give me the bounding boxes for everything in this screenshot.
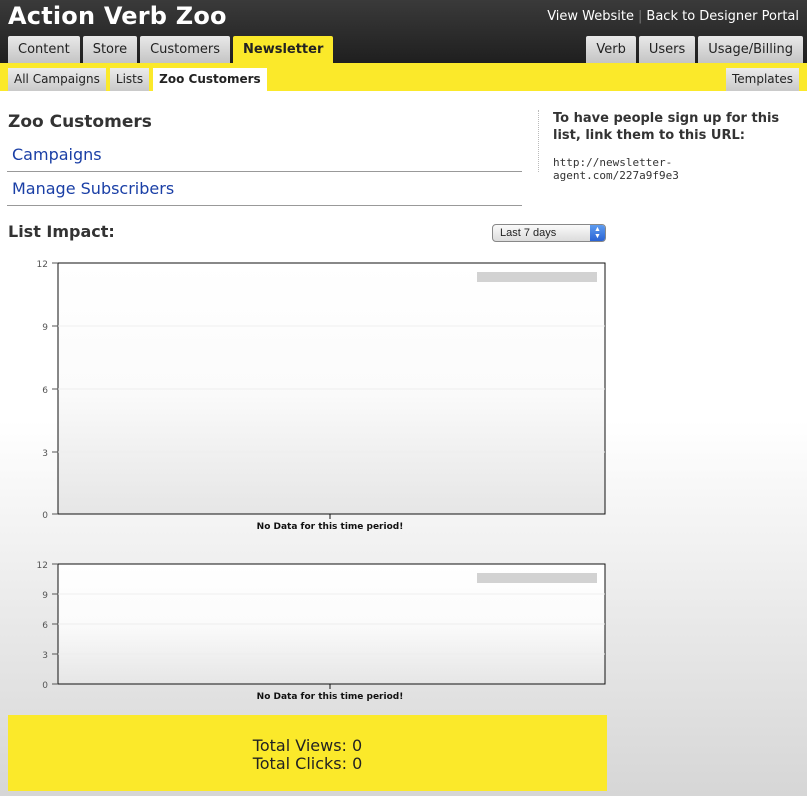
campaigns-link[interactable]: Campaigns — [7, 138, 522, 172]
tab-usage-billing[interactable]: Usage/Billing — [698, 36, 803, 63]
list-impact-chart-views: 12 9 6 3 0 No Data for this time period! — [8, 256, 608, 536]
y-tick-label: 12 — [37, 561, 48, 571]
top-links: View Website | Back to Designer Portal — [547, 9, 799, 24]
select-arrows-icon: ▲ ▼ — [590, 225, 605, 241]
back-to-designer-portal-link[interactable]: Back to Designer Portal — [646, 9, 799, 24]
list-impact-heading: List Impact: — [8, 222, 115, 241]
page-title: Zoo Customers — [8, 112, 152, 132]
templates-button[interactable]: Templates — [725, 68, 799, 91]
link-separator: | — [638, 9, 643, 24]
y-axis-ticks — [52, 262, 58, 515]
y-tick-label: 0 — [42, 681, 48, 691]
total-clicks: Total Clicks: 0 — [252, 754, 363, 773]
subtab-lists[interactable]: Lists — [109, 68, 150, 91]
manage-subscribers-link[interactable]: Manage Subscribers — [7, 172, 522, 206]
subtab-zoo-customers[interactable]: Zoo Customers — [153, 68, 267, 94]
y-tick-label: 3 — [42, 449, 48, 459]
tab-newsletter[interactable]: Newsletter — [233, 36, 334, 63]
y-tick-label: 3 — [42, 651, 48, 661]
sub-navigation: All Campaigns Lists Zoo Customers Templa… — [0, 63, 807, 94]
tab-users[interactable]: Users — [638, 36, 696, 63]
subtab-all-campaigns[interactable]: All Campaigns — [8, 68, 106, 91]
y-tick-label: 9 — [42, 323, 48, 333]
legend-placeholder — [477, 573, 597, 583]
date-range-value: Last 7 days — [500, 227, 557, 239]
app-title: Action Verb Zoo — [8, 2, 227, 30]
y-tick-label: 0 — [42, 511, 48, 521]
legend-placeholder — [477, 272, 597, 282]
total-views: Total Views: 0 — [252, 736, 363, 755]
y-axis-ticks — [52, 563, 58, 685]
subtabs: All Campaigns Lists Zoo Customers — [8, 68, 267, 94]
y-tick-label: 9 — [42, 591, 48, 601]
chart-views-svg: 12 9 6 3 0 No Data for this time period! — [37, 260, 606, 532]
y-tick-label: 6 — [42, 621, 48, 631]
tab-verb[interactable]: Verb — [586, 36, 636, 63]
view-website-link[interactable]: View Website — [547, 9, 634, 24]
chart-clicks-svg: 12 9 6 3 0 No Data for this time period! — [37, 561, 606, 702]
tab-store[interactable]: Store — [82, 36, 138, 63]
totals-panel: Total Views: 0 Total Clicks: 0 — [8, 715, 607, 791]
list-impact-chart-clicks: 12 9 6 3 0 No Data for this time period! — [8, 558, 608, 706]
no-data-message: No Data for this time period! — [257, 692, 404, 702]
no-data-message: No Data for this time period! — [257, 522, 404, 532]
main-tabs-right: Verb Users Usage/Billing — [586, 36, 803, 63]
tab-content[interactable]: Content — [8, 36, 80, 63]
date-range-select[interactable]: Last 7 days ▲ ▼ — [492, 224, 606, 242]
main-tabs-left: Content Store Customers Newsletter — [8, 36, 334, 63]
signup-url[interactable]: http://newsletter-agent.com/227a9f9e3 — [553, 156, 798, 182]
signup-instructions: To have people sign up for this list, li… — [553, 111, 780, 143]
top-header: Action Verb Zoo View Website | Back to Des… — [0, 0, 807, 63]
y-tick-label: 12 — [37, 260, 48, 270]
y-tick-label: 6 — [42, 386, 48, 396]
signup-info: To have people sign up for this list, li… — [538, 110, 798, 182]
tab-customers[interactable]: Customers — [140, 36, 230, 63]
